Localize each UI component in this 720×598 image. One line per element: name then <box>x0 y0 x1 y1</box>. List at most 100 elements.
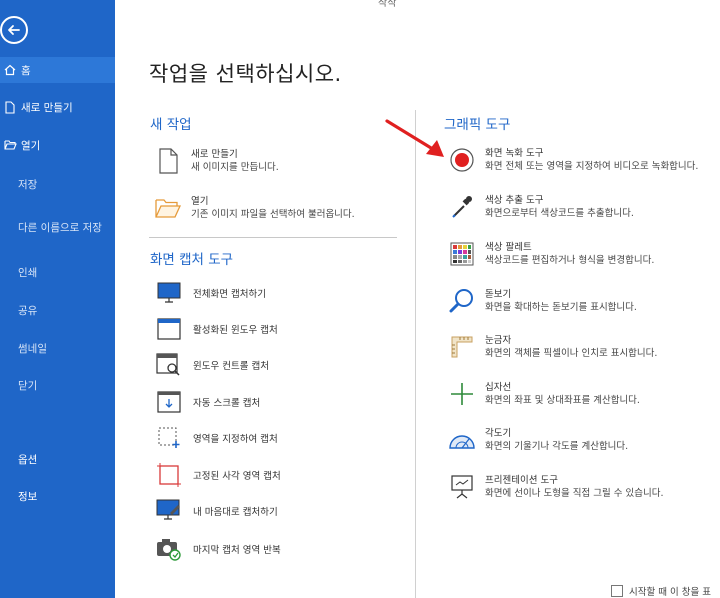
sidebar-item-label: 닫기 <box>18 379 38 392</box>
sidebar-item-label: 열기 <box>21 139 41 152</box>
checkbox[interactable] <box>611 585 623 597</box>
capture-item-label: 마지막 캡처 영역 반복 <box>193 545 281 556</box>
document-icon <box>3 100 17 114</box>
window-icon <box>155 316 183 342</box>
capture-item-label: 전체화면 캡처하기 <box>193 289 266 300</box>
camera-repeat-icon <box>155 536 183 562</box>
presentation-item[interactable]: 프리젠테이션 도구 화면에 선이나 도형을 직접 그릴 수 있습니다. <box>449 474 663 500</box>
open-image-item[interactable]: 열기 기존 이미지 파일을 선택하여 불러옵니다. <box>155 195 355 221</box>
fixed-rect-icon <box>155 462 183 488</box>
sidebar-item-options[interactable]: 옵션 <box>0 446 115 472</box>
monitor-pen-icon <box>155 498 183 524</box>
item-title: 화면 녹화 도구 <box>485 148 544 159</box>
section-title-capture: 화면 캡처 도구 <box>150 252 234 268</box>
capture-auto-scroll-item[interactable]: 자동 스크롤 캡처 <box>155 389 260 415</box>
divider <box>149 237 397 238</box>
sidebar-item-save[interactable]: 저장 <box>0 171 115 197</box>
sidebar-item-new[interactable]: 새로 만들기 <box>0 94 115 120</box>
capture-repeat-last-item[interactable]: 마지막 캡처 영역 반복 <box>155 536 281 562</box>
capture-item-label: 영역을 지정하여 캡처 <box>193 434 278 445</box>
show-on-start-toggle[interactable]: 시작할 때 이 창을 표 <box>611 584 711 598</box>
item-title: 돋보기 <box>485 289 512 300</box>
home-icon <box>3 63 17 77</box>
item-description: 화면에 선이나 도형을 직접 그릴 수 있습니다. <box>485 488 664 499</box>
item-title: 눈금자 <box>485 335 512 346</box>
sidebar-item-label: 옵션 <box>18 453 38 466</box>
sidebar-item-label: 썸네일 <box>18 342 47 355</box>
item-title: 색상 추출 도구 <box>485 195 544 206</box>
capture-freeform-item[interactable]: 내 마음대로 캡처하기 <box>155 498 278 524</box>
sidebar-item-home[interactable]: 홈 <box>0 57 115 83</box>
sidebar-item-label: 저장 <box>18 178 38 191</box>
capture-item-label: 윈도우 컨트롤 캡처 <box>193 361 269 372</box>
monitor-icon <box>155 280 183 306</box>
capture-item-label: 활성화된 윈도우 캡처 <box>193 325 278 336</box>
arrow-left-icon <box>8 25 20 35</box>
item-description: 화면으로부터 색상코드를 추출합니다. <box>485 208 634 219</box>
back-button[interactable] <box>0 16 28 44</box>
crosshair-icon <box>449 381 475 407</box>
eyedropper-icon <box>449 194 475 220</box>
sidebar-item-open[interactable]: 열기 <box>0 132 115 158</box>
sidebar-item-thumbnail[interactable]: 썸네일 <box>0 335 115 361</box>
magnifier-icon <box>449 288 475 314</box>
pointer-arrow-icon <box>385 119 444 157</box>
sidebar-item-close[interactable]: 닫기 <box>0 372 115 398</box>
color-palette-item[interactable]: 색상 팔레트 색상코드를 편집하거나 형식을 변경합니다. <box>449 241 654 267</box>
item-description: 기존 이미지 파일을 선택하여 불러옵니다. <box>191 209 355 220</box>
sidebar-item-print[interactable]: 인쇄 <box>0 259 115 285</box>
page-title: 작업을 선택하십시오. <box>149 62 342 86</box>
capture-item-label: 자동 스크롤 캡처 <box>193 398 261 409</box>
sidebar-item-label: 다른 이름으로 저장 <box>18 221 102 234</box>
sidebar-item-label: 인쇄 <box>18 266 38 279</box>
folder-open-icon <box>155 195 181 221</box>
capture-fixed-rect-item[interactable]: 고정된 사각 영역 캡처 <box>155 462 281 488</box>
new-image-item[interactable]: 새로 만들기 새 이미지를 만듭니다. <box>155 148 279 174</box>
item-description: 새 이미지를 만듭니다. <box>191 162 279 173</box>
new-document-icon <box>155 148 181 174</box>
sidebar-item-label: 홈 <box>21 64 31 77</box>
capture-fullscreen-item[interactable]: 전체화면 캡처하기 <box>155 280 266 306</box>
sidebar-item-label: 새로 만들기 <box>21 101 73 114</box>
item-title: 열기 <box>191 196 209 207</box>
capture-window-control-item[interactable]: 윈도우 컨트롤 캡처 <box>155 352 269 378</box>
ruler-item[interactable]: 눈금자 화면의 객체를 픽셀이나 인치로 표시합니다. <box>449 334 657 360</box>
crosshair-item[interactable]: 십자선 화면의 좌표 및 상대좌표를 계산합니다. <box>449 381 640 407</box>
capture-active-window-item[interactable]: 활성화된 윈도우 캡처 <box>155 316 278 342</box>
window-magnifier-icon <box>155 352 183 378</box>
sidebar-item-save-as[interactable]: 다른 이름으로 저장 <box>0 214 115 240</box>
ruler-icon <box>449 334 475 360</box>
capture-item-label: 내 마음대로 캡처하기 <box>193 507 278 518</box>
item-description: 색상코드를 편집하거나 형식을 변경합니다. <box>485 255 655 266</box>
capture-item-label: 고정된 사각 영역 캡처 <box>193 471 281 482</box>
item-description: 화면 전체 또는 영역을 지정하여 비디오로 녹화합니다. <box>485 161 699 172</box>
item-title: 색상 팔레트 <box>485 242 532 253</box>
color-picker-item[interactable]: 색상 추출 도구 화면으로부터 색상코드를 추출합니다. <box>449 194 634 220</box>
capture-region-item[interactable]: 영역을 지정하여 캡처 <box>155 425 278 451</box>
protractor-icon <box>449 427 475 453</box>
column-divider <box>415 110 416 598</box>
item-description: 화면의 좌표 및 상대좌표를 계산합니다. <box>485 395 640 406</box>
screen-recorder-item[interactable]: 화면 녹화 도구 화면 전체 또는 영역을 지정하여 비디오로 녹화합니다. <box>449 147 698 173</box>
sidebar-item-share[interactable]: 공유 <box>0 297 115 323</box>
easel-icon <box>449 474 475 500</box>
section-title-new-work: 새 작업 <box>150 117 192 133</box>
palette-grid-icon <box>449 241 475 267</box>
scroll-down-icon <box>155 389 183 415</box>
sidebar-item-label: 공유 <box>18 304 38 317</box>
magnifier-item[interactable]: 돋보기 화면을 확대하는 돋보기를 표시합니다. <box>449 288 637 314</box>
folder-open-icon <box>3 138 17 152</box>
checkbox-label: 시작할 때 이 창을 표 <box>629 587 711 598</box>
window-title: 작작 <box>378 0 397 9</box>
item-description: 화면을 확대하는 돋보기를 표시합니다. <box>485 302 637 313</box>
item-title: 각도기 <box>485 428 512 439</box>
item-title: 프리젠테이션 도구 <box>485 475 558 486</box>
item-description: 화면의 기울기나 각도를 계산합니다. <box>485 441 629 452</box>
region-select-icon <box>155 425 183 451</box>
sidebar-item-label: 정보 <box>18 490 38 503</box>
sidebar-item-info[interactable]: 정보 <box>0 483 115 509</box>
item-title: 새로 만들기 <box>191 149 238 160</box>
item-title: 십자선 <box>485 382 512 393</box>
protractor-item[interactable]: 각도기 화면의 기울기나 각도를 계산합니다. <box>449 427 628 453</box>
sidebar: 홈 새로 만들기 열기 저장 다른 이름으로 저장 인쇄 공유 썸네일 닫기 옵… <box>0 0 115 598</box>
